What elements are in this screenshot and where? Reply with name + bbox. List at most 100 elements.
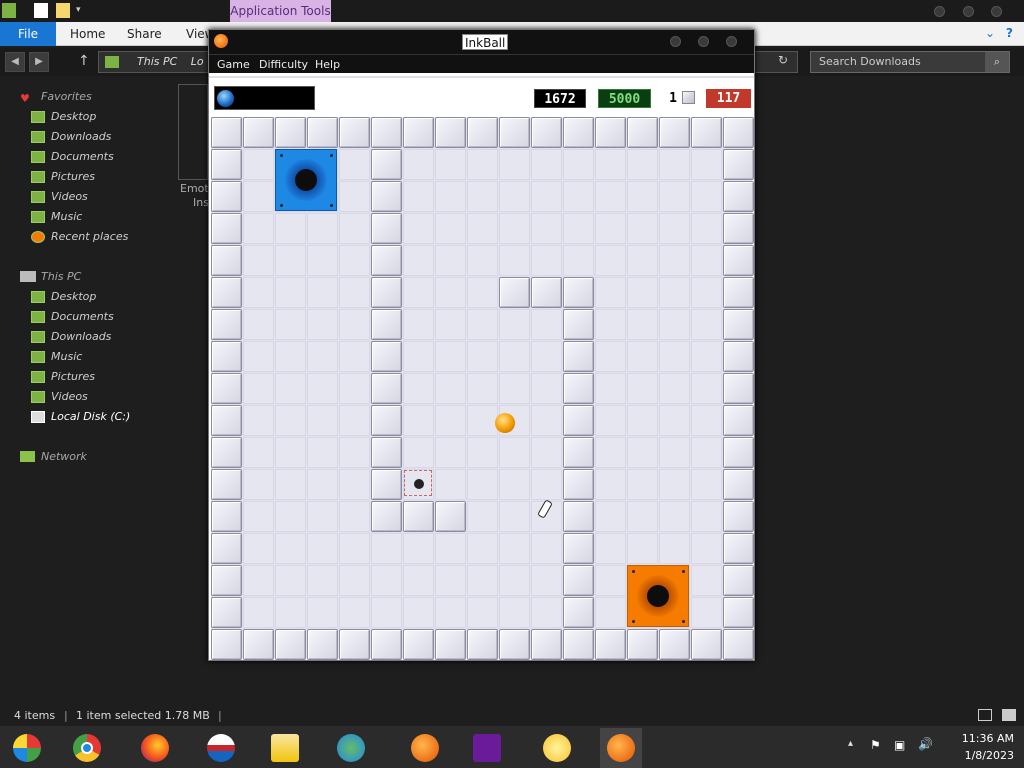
floor-tile[interactable] xyxy=(691,309,722,340)
floor-tile[interactable] xyxy=(243,373,274,404)
floor-tile[interactable] xyxy=(595,469,626,500)
floor-tile[interactable] xyxy=(659,309,690,340)
floor-tile[interactable] xyxy=(499,501,530,532)
floor-tile[interactable] xyxy=(595,341,626,372)
inkball-active-icon[interactable] xyxy=(600,728,642,768)
floor-tile[interactable] xyxy=(595,309,626,340)
floor-tile[interactable] xyxy=(275,309,306,340)
floor-tile[interactable] xyxy=(563,149,594,180)
close-icon[interactable] xyxy=(726,36,737,47)
floor-tile[interactable] xyxy=(691,405,722,436)
windows-start-icon[interactable] xyxy=(6,728,48,768)
customize-dropdown-icon[interactable]: ▾ xyxy=(76,3,90,18)
floor-tile[interactable] xyxy=(499,213,530,244)
floor-tile[interactable] xyxy=(467,469,498,500)
tray-overflow-icon[interactable]: ▴ xyxy=(848,738,853,749)
floor-tile[interactable] xyxy=(435,597,466,628)
new-folder-icon[interactable] xyxy=(56,3,70,18)
floor-tile[interactable] xyxy=(339,245,370,276)
floor-tile[interactable] xyxy=(499,597,530,628)
floor-tile[interactable] xyxy=(563,213,594,244)
floor-tile[interactable] xyxy=(435,181,466,212)
floor-tile[interactable] xyxy=(467,565,498,596)
sidebar-item-pc-videos[interactable]: Videos xyxy=(31,388,88,406)
floor-tile[interactable] xyxy=(467,181,498,212)
floor-tile[interactable] xyxy=(691,469,722,500)
floor-tile[interactable] xyxy=(691,597,722,628)
visual-studio-icon[interactable] xyxy=(466,728,508,768)
sidebar-item-videos[interactable]: Videos xyxy=(31,188,88,206)
sidebar-item-pc-desktop[interactable]: Desktop xyxy=(31,288,96,306)
floor-tile[interactable] xyxy=(595,437,626,468)
floor-tile[interactable] xyxy=(691,565,722,596)
search-input[interactable]: Search Downloads ⌕ xyxy=(810,51,1010,73)
floor-tile[interactable] xyxy=(403,437,434,468)
floor-tile[interactable] xyxy=(339,213,370,244)
floor-tile[interactable] xyxy=(627,341,658,372)
sidebar-item-pictures[interactable]: Pictures xyxy=(31,168,95,186)
floor-tile[interactable] xyxy=(627,181,658,212)
floor-tile[interactable] xyxy=(627,501,658,532)
sidebar-item-recent-places[interactable]: Recent places xyxy=(31,228,128,246)
floor-tile[interactable] xyxy=(467,277,498,308)
floor-tile[interactable] xyxy=(467,341,498,372)
help-icon[interactable]: ? xyxy=(1006,26,1013,40)
floor-tile[interactable] xyxy=(467,245,498,276)
floor-tile[interactable] xyxy=(435,245,466,276)
floor-tile[interactable] xyxy=(307,501,338,532)
floor-tile[interactable] xyxy=(595,149,626,180)
floor-tile[interactable] xyxy=(595,213,626,244)
floor-tile[interactable] xyxy=(595,181,626,212)
explorer-close-icon[interactable] xyxy=(991,6,1002,17)
floor-tile[interactable] xyxy=(467,213,498,244)
floor-tile[interactable] xyxy=(691,245,722,276)
floor-tile[interactable] xyxy=(531,149,562,180)
back-button[interactable]: ◀ xyxy=(5,52,25,72)
floor-tile[interactable] xyxy=(243,501,274,532)
floor-tile[interactable] xyxy=(307,277,338,308)
floor-tile[interactable] xyxy=(691,213,722,244)
floor-tile[interactable] xyxy=(563,245,594,276)
floor-tile[interactable] xyxy=(371,597,402,628)
floor-tile[interactable] xyxy=(339,149,370,180)
floor-tile[interactable] xyxy=(467,309,498,340)
floor-tile[interactable] xyxy=(627,469,658,500)
file-item-label[interactable]: Emot xyxy=(180,182,209,195)
floor-tile[interactable] xyxy=(531,469,562,500)
forward-button[interactable]: ▶ xyxy=(29,52,49,72)
floor-tile[interactable] xyxy=(499,309,530,340)
floor-tile[interactable] xyxy=(339,181,370,212)
floor-tile[interactable] xyxy=(435,309,466,340)
refresh-icon[interactable]: ↻ xyxy=(778,53,788,67)
floor-tile[interactable] xyxy=(595,373,626,404)
sidebar-item-downloads[interactable]: Downloads xyxy=(31,128,111,146)
floor-tile[interactable] xyxy=(531,341,562,372)
floor-tile[interactable] xyxy=(275,277,306,308)
floor-tile[interactable] xyxy=(627,245,658,276)
floor-tile[interactable] xyxy=(435,213,466,244)
sidebar-item-pc-documents[interactable]: Documents xyxy=(31,308,114,326)
floor-tile[interactable] xyxy=(243,149,274,180)
floor-tile[interactable] xyxy=(339,309,370,340)
sidebar-item-pc-music[interactable]: Music xyxy=(31,348,82,366)
floor-tile[interactable] xyxy=(467,373,498,404)
floor-tile[interactable] xyxy=(499,245,530,276)
floor-tile[interactable] xyxy=(307,309,338,340)
floor-tile[interactable] xyxy=(339,341,370,372)
file-explorer-icon[interactable] xyxy=(264,728,306,768)
sidebar-item-pc-pictures[interactable]: Pictures xyxy=(31,368,95,386)
floor-tile[interactable] xyxy=(435,565,466,596)
explorer-icon[interactable] xyxy=(2,3,16,18)
floor-tile[interactable] xyxy=(595,501,626,532)
floor-tile[interactable] xyxy=(403,341,434,372)
floor-tile[interactable] xyxy=(435,373,466,404)
floor-tile[interactable] xyxy=(627,213,658,244)
floor-tile[interactable] xyxy=(531,597,562,628)
floor-tile[interactable] xyxy=(595,533,626,564)
sidebar-item-desktop[interactable]: Desktop xyxy=(31,108,96,126)
floor-tile[interactable] xyxy=(691,149,722,180)
floor-tile[interactable] xyxy=(467,501,498,532)
floor-tile[interactable] xyxy=(691,181,722,212)
floor-tile[interactable] xyxy=(243,405,274,436)
floor-tile[interactable] xyxy=(307,373,338,404)
